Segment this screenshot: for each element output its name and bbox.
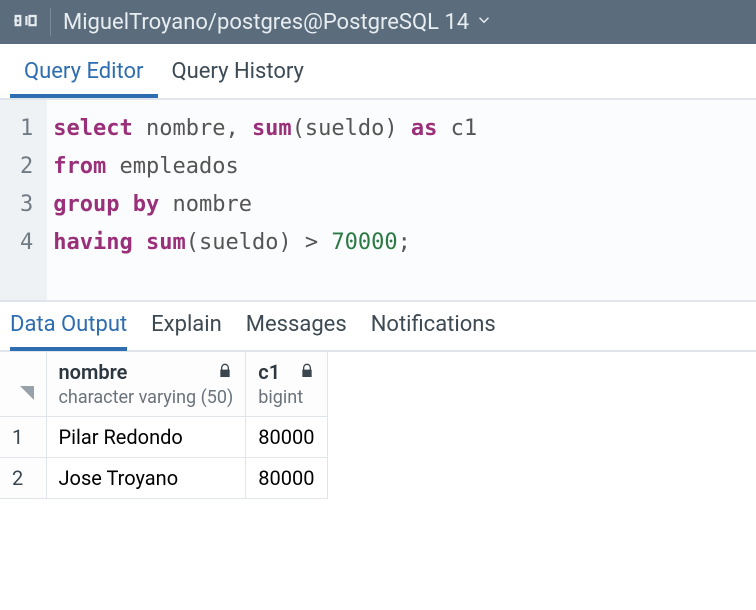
chevron-down-icon <box>475 10 493 35</box>
connection-icon <box>5 2 45 42</box>
tab-data-output[interactable]: Data Output <box>10 302 127 351</box>
line-number: 1 <box>20 110 33 148</box>
connection-label: MiguelTroyano/postgres@PostgreSQL 14 <box>63 10 469 35</box>
line-number: 3 <box>20 186 33 224</box>
column-header-nombre[interactable]: nombre character varying (50) <box>46 352 246 417</box>
lock-icon <box>217 360 233 384</box>
results-table: nombre character varying (50) c1 bigint … <box>0 352 328 499</box>
line-number: 2 <box>20 148 33 186</box>
tab-messages[interactable]: Messages <box>246 302 347 351</box>
tab-explain[interactable]: Explain <box>151 302 222 351</box>
editor-tabs: Query Editor Query History <box>0 44 756 100</box>
code-line[interactable]: from empleados <box>53 148 477 186</box>
cell-nombre[interactable]: Pilar Redondo <box>46 417 246 458</box>
separator <box>50 8 51 36</box>
row-number[interactable]: 1 <box>0 417 46 458</box>
lock-icon <box>299 360 315 384</box>
line-number: 4 <box>20 224 33 262</box>
column-header-c1[interactable]: c1 bigint <box>246 352 327 417</box>
tab-query-editor[interactable]: Query Editor <box>10 47 158 98</box>
code-line[interactable]: group by nombre <box>53 186 477 224</box>
code-area[interactable]: select nombre, sum(sueldo) as c1from emp… <box>47 100 483 300</box>
tab-notifications[interactable]: Notifications <box>371 302 496 351</box>
cell-c1[interactable]: 80000 <box>246 458 327 499</box>
select-all-corner[interactable] <box>0 352 46 417</box>
table-row[interactable]: 2Jose Troyano80000 <box>0 458 327 499</box>
code-line[interactable]: having sum(sueldo) > 70000; <box>53 224 477 262</box>
titlebar: MiguelTroyano/postgres@PostgreSQL 14 <box>0 0 756 44</box>
row-number[interactable]: 2 <box>0 458 46 499</box>
cell-c1[interactable]: 80000 <box>246 417 327 458</box>
tab-query-history[interactable]: Query History <box>158 47 318 98</box>
result-tabs: Data Output Explain Messages Notificatio… <box>0 300 756 352</box>
sql-editor[interactable]: 1234 select nombre, sum(sueldo) as c1fro… <box>0 100 756 300</box>
cell-nombre[interactable]: Jose Troyano <box>46 458 246 499</box>
connection-dropdown[interactable]: MiguelTroyano/postgres@PostgreSQL 14 <box>63 10 493 35</box>
table-row[interactable]: 1Pilar Redondo80000 <box>0 417 327 458</box>
code-line[interactable]: select nombre, sum(sueldo) as c1 <box>53 110 477 148</box>
line-gutter: 1234 <box>0 100 47 300</box>
